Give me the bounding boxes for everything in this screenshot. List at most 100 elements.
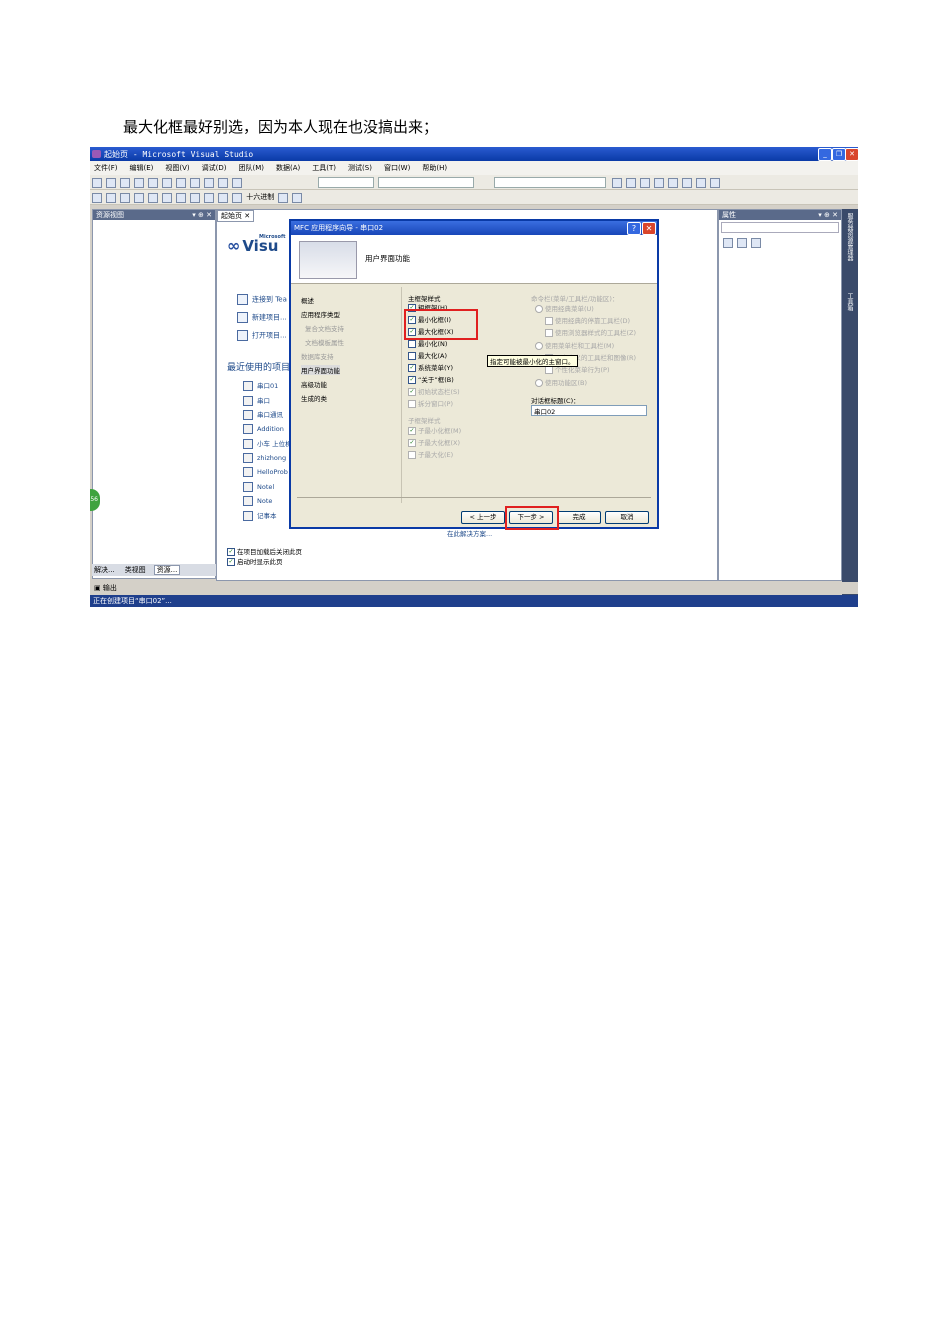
dialog-title-input[interactable]: 串口02	[531, 405, 647, 416]
nav-application-type[interactable]: 应用程序类型	[301, 309, 340, 319]
redo-icon[interactable]	[218, 178, 228, 188]
property-pages-icon[interactable]	[751, 238, 761, 248]
finish-button[interactable]: 完成	[557, 511, 601, 524]
stop-icon[interactable]	[176, 193, 186, 203]
show-on-startup-option[interactable]: ✓ 启动时显示此页	[227, 556, 283, 566]
pause-icon[interactable]	[162, 193, 172, 203]
checkbox-icon: ✓	[408, 364, 416, 372]
recent-item[interactable]: 串口通讯	[243, 409, 283, 420]
recent-item[interactable]: Notel	[243, 482, 274, 492]
recent-item-label: 记事本	[257, 512, 277, 520]
recent-item[interactable]: Addition	[243, 424, 284, 434]
option-system-menu[interactable]: ✓ 系统菜单(Y)	[408, 362, 453, 372]
platform-combo[interactable]	[378, 177, 474, 188]
properties-object-combo[interactable]	[721, 222, 839, 233]
nav-advanced-features[interactable]: 高级功能	[301, 379, 327, 389]
new-project-icon[interactable]	[92, 178, 102, 188]
paste-icon[interactable]	[190, 178, 200, 188]
close-after-load-option[interactable]: ✓ 在项目加载后关闭此页	[227, 546, 302, 556]
find-combo[interactable]	[494, 177, 606, 188]
start-debug-icon[interactable]	[232, 178, 242, 188]
step-icon[interactable]	[218, 193, 228, 203]
tab-class-view[interactable]: 类视图	[123, 566, 148, 574]
threads-icon[interactable]	[278, 193, 289, 203]
option-about-box[interactable]: ✓ “关于”框(B)	[408, 374, 454, 384]
restart-icon[interactable]	[190, 193, 200, 203]
menu-help[interactable]: 帮助(H)	[422, 164, 447, 172]
menu-file[interactable]: 文件(F)	[94, 164, 118, 172]
dialog-close-button[interactable]: ✕	[642, 222, 656, 235]
save-all-icon[interactable]	[148, 178, 158, 188]
breakpoint-icon[interactable]	[92, 193, 102, 203]
menu-view[interactable]: 视图(V)	[165, 164, 189, 172]
categorized-icon[interactable]	[723, 238, 733, 248]
tab-start-page[interactable]: 起始页 ✕	[217, 210, 255, 222]
step-into-icon[interactable]	[106, 193, 116, 203]
toolbox-tab[interactable]: 工具箱	[845, 293, 854, 311]
option-browser-toolbar: 使用浏览器样式的工具栏(Z)	[545, 327, 636, 337]
new-project-link[interactable]: 新建项目...	[237, 312, 287, 323]
toolbox-icon[interactable]	[654, 178, 664, 188]
start-page-icon[interactable]	[682, 178, 692, 188]
nav-generated-classes[interactable]: 生成的类	[301, 393, 327, 403]
checkbox-icon	[545, 317, 553, 325]
step-over-icon[interactable]	[120, 193, 130, 203]
memory-icon[interactable]	[292, 193, 303, 203]
object-browser-icon[interactable]	[640, 178, 650, 188]
output-tab[interactable]: ▣ 输出	[90, 582, 858, 594]
recent-item-label: 串口	[257, 397, 270, 405]
option-label: 最小化(N)	[418, 340, 448, 348]
menu-debug[interactable]: 调试(D)	[202, 164, 227, 172]
undo-icon[interactable]	[204, 178, 214, 188]
tab-solution-explorer[interactable]: 解决...	[92, 566, 117, 574]
recent-item[interactable]: HelloProb	[243, 467, 288, 477]
help-button[interactable]: ?	[627, 222, 641, 235]
extension-icon[interactable]	[710, 178, 720, 188]
menu-test[interactable]: 测试(S)	[348, 164, 372, 172]
menu-tools[interactable]: 工具(T)	[312, 164, 336, 172]
copy-icon[interactable]	[176, 178, 186, 188]
menu-data[interactable]: 数据(A)	[276, 164, 300, 172]
menu-window[interactable]: 窗口(W)	[384, 164, 410, 172]
open-icon[interactable]	[120, 178, 130, 188]
server-explorer-tab[interactable]: 服务器资源管理器	[845, 213, 854, 261]
bottom-link[interactable]: 在此解决方案...	[447, 528, 492, 538]
team-explorer-icon[interactable]	[668, 178, 678, 188]
cut-icon[interactable]	[162, 178, 172, 188]
menu-team[interactable]: 团队(M)	[239, 164, 265, 172]
save-icon[interactable]	[134, 178, 144, 188]
tab-resource-view[interactable]: 资源...	[153, 565, 181, 575]
command-window-icon[interactable]	[696, 178, 706, 188]
prev-button[interactable]: < 上一步	[461, 511, 505, 524]
continue-icon[interactable]	[148, 193, 158, 203]
vs-logo: ∞ Microsoft Visu	[227, 234, 286, 255]
recent-item[interactable]: 记事本	[243, 510, 277, 521]
add-item-icon[interactable]	[106, 178, 116, 188]
option-maximized[interactable]: 最大化(A)	[408, 350, 447, 360]
step-icon-2[interactable]	[232, 193, 242, 203]
properties-icon[interactable]	[626, 178, 636, 188]
solution-explorer-icon[interactable]	[612, 178, 622, 188]
step-out-icon[interactable]	[134, 193, 144, 203]
sort-alpha-icon[interactable]	[737, 238, 747, 248]
recent-item[interactable]: 串口	[243, 395, 270, 406]
nav-ui-features[interactable]: 用户界面功能	[301, 365, 340, 375]
restore-button[interactable]: ❐	[832, 148, 846, 161]
nav-overview[interactable]: 概述	[301, 295, 314, 305]
open-project-link[interactable]: 打开项目...	[237, 330, 287, 341]
recent-item[interactable]: Note	[243, 496, 272, 506]
minimize-button[interactable]: _	[818, 148, 832, 161]
show-next-icon[interactable]	[204, 193, 214, 203]
recent-item[interactable]: 串口01	[243, 380, 278, 391]
recent-item[interactable]: zhizhong	[243, 453, 286, 463]
panel-pin-controls[interactable]: ▾ ⊕ ✕	[818, 210, 838, 220]
project-icon	[243, 496, 253, 506]
hex-toggle[interactable]: 十六进制	[246, 193, 274, 201]
cancel-button[interactable]: 取消	[605, 511, 649, 524]
menu-edit[interactable]: 编辑(E)	[130, 164, 154, 172]
panel-pin-controls[interactable]: ▾ ⊕ ✕	[192, 210, 212, 220]
close-button[interactable]: ✕	[845, 148, 858, 161]
config-combo[interactable]	[318, 177, 374, 188]
recent-item[interactable]: 小车 上位机	[243, 438, 292, 449]
connect-link[interactable]: 连接到 Tea	[237, 294, 287, 305]
